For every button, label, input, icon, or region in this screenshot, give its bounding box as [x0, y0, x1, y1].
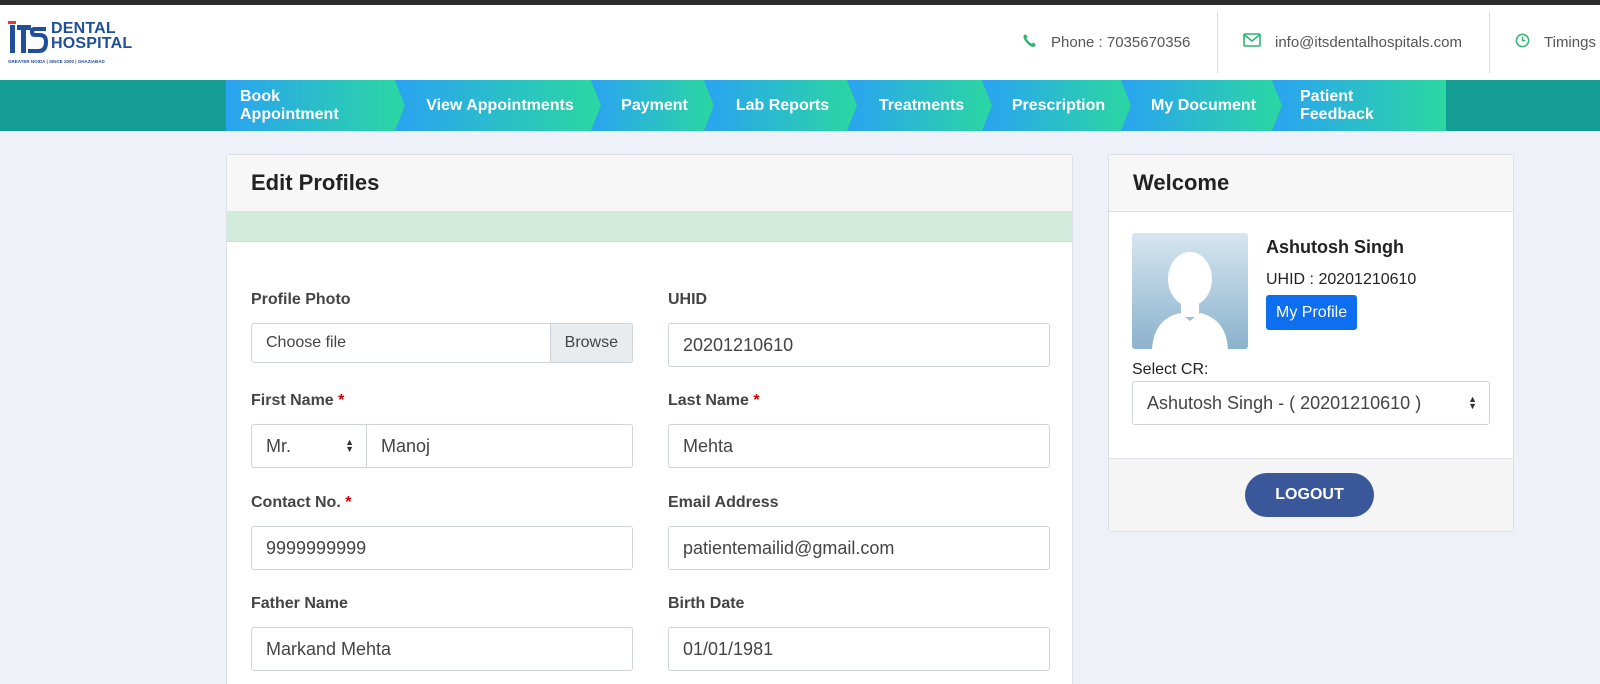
my-profile-button[interactable]: My Profile: [1266, 295, 1358, 330]
required-marker: *: [338, 392, 345, 409]
user-name: Ashutosh Singh: [1266, 237, 1404, 257]
birth-date-field[interactable]: 01/01/1981: [668, 627, 1050, 671]
email-label: Email Address: [668, 494, 779, 511]
last-name-field[interactable]: Mehta: [668, 424, 1050, 468]
tab-view-appointments[interactable]: View Appointments: [395, 80, 601, 131]
email-field[interactable]: patientemailid@gmail.com: [668, 526, 1050, 570]
required-marker: *: [345, 494, 352, 511]
status-alert: [227, 212, 1072, 242]
profile-photo-label: Profile Photo: [251, 291, 351, 308]
uhid-label: UHID: [668, 291, 708, 308]
browse-button[interactable]: Browse: [549, 324, 632, 362]
contact-field[interactable]: 9999999999: [251, 526, 633, 570]
last-name-label: Last Name *: [668, 392, 760, 409]
tab-my-document[interactable]: My Document: [1121, 80, 1282, 131]
clock-icon: [1515, 33, 1530, 53]
email-text: info@itsdentalhospitals.com: [1275, 34, 1462, 51]
envelope-icon: [1243, 33, 1261, 52]
uhid-field[interactable]: 20201210610: [668, 323, 1050, 367]
site-header: DENTAL HOSPITAL GREATER NOIDA | SINCE 20…: [0, 5, 1600, 80]
tab-prescription[interactable]: Prescription: [982, 80, 1131, 131]
its-logo-mark-icon: [8, 21, 48, 53]
logout-button[interactable]: LOGOUT: [1245, 473, 1374, 517]
father-name-field[interactable]: Markand Mehta: [251, 627, 633, 671]
tab-book-appointment[interactable]: Book Appointment: [226, 80, 405, 131]
tab-treatments[interactable]: Treatments: [847, 80, 992, 131]
salutation-select[interactable]: Mr. ▲ ▼: [251, 424, 367, 468]
tab-lab-reports[interactable]: Lab Reports: [704, 80, 857, 131]
timings-contact[interactable]: Timings: [1515, 5, 1596, 80]
header-divider: [1217, 11, 1218, 73]
user-silhouette-icon: [1152, 252, 1228, 349]
hospital-logo[interactable]: DENTAL HOSPITAL GREATER NOIDA | SINCE 20…: [8, 19, 132, 69]
main-navbar: Book Appointment View Appointments Payme…: [0, 80, 1600, 131]
user-uhid: UHID : 20201210610: [1266, 271, 1417, 288]
required-marker: *: [753, 392, 760, 409]
timings-text: Timings: [1544, 34, 1596, 51]
select-arrows-icon: ▲ ▼: [1468, 394, 1477, 411]
tab-payment[interactable]: Payment: [591, 80, 714, 131]
avatar: [1132, 233, 1248, 349]
phone-contact[interactable]: Phone : 7035670356: [1022, 5, 1190, 80]
profile-photo-input[interactable]: Choose file Browse: [251, 323, 633, 363]
select-arrows-icon: ▲ ▼: [345, 437, 354, 454]
logo-title: DENTAL HOSPITAL: [51, 20, 133, 52]
welcome-card: Welcome Ashutosh Singh UHID : 2020121061…: [1108, 154, 1514, 532]
header-divider: [1489, 11, 1490, 73]
select-cr-label: Select CR:: [1132, 361, 1209, 378]
edit-profile-card: Edit Profiles Profile Photo Choose file …: [226, 154, 1073, 684]
first-name-field[interactable]: Manoj: [366, 424, 633, 468]
email-contact[interactable]: info@itsdentalhospitals.com: [1243, 5, 1462, 80]
nav-tabs: Book Appointment View Appointments Payme…: [226, 80, 1446, 131]
salutation-value: Mr.: [266, 435, 291, 456]
tab-patient-feedback[interactable]: Patient Feedback: [1272, 80, 1446, 131]
logo-subtitle: GREATER NOIDA | SINCE 2000 | GHAZIABAD: [8, 59, 105, 64]
welcome-card-footer: LOGOUT: [1109, 458, 1513, 531]
select-cr-value: Ashutosh Singh - ( 20201210610 ): [1147, 392, 1422, 413]
select-cr-dropdown[interactable]: Ashutosh Singh - ( 20201210610 ) ▲ ▼: [1132, 381, 1490, 425]
first-name-label: First Name *: [251, 392, 345, 409]
file-placeholder: Choose file: [266, 334, 347, 351]
phone-icon: [1022, 33, 1037, 53]
phone-text: Phone : 7035670356: [1051, 34, 1191, 51]
welcome-title: Welcome: [1109, 155, 1513, 212]
edit-profile-title: Edit Profiles: [227, 155, 1072, 212]
contact-label: Contact No. *: [251, 494, 352, 511]
birth-date-label: Birth Date: [668, 595, 745, 612]
father-name-label: Father Name: [251, 595, 348, 612]
